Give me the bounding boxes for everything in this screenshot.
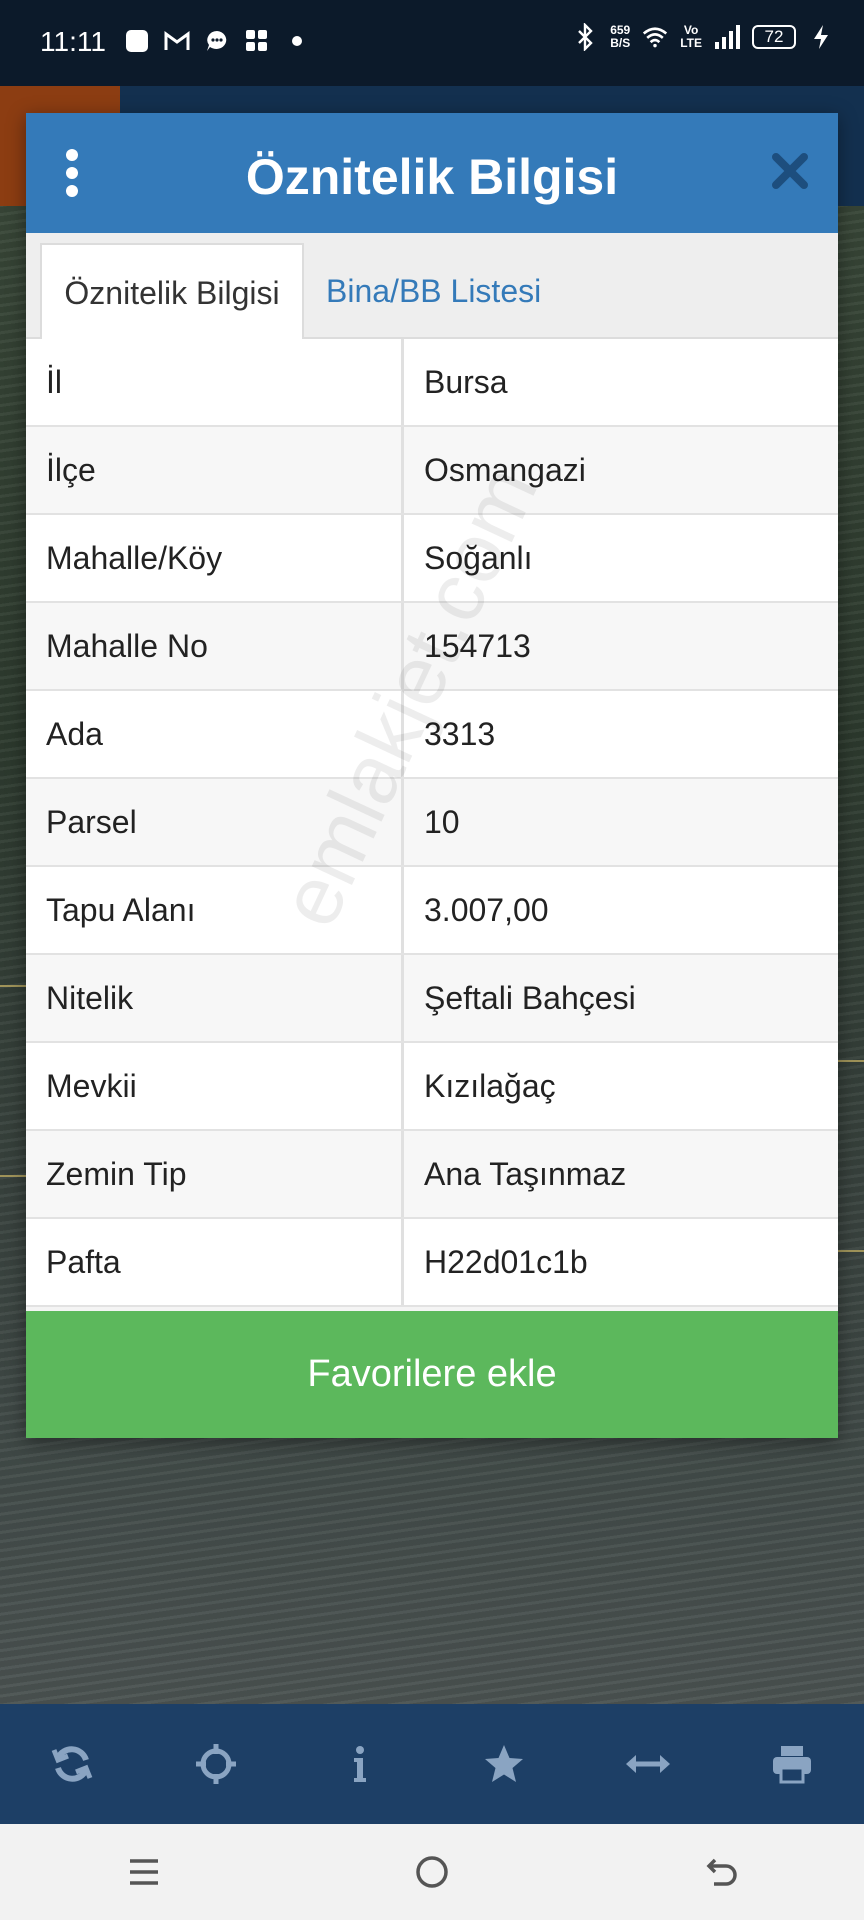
table-row: Nitelik Şeftali Bahçesi <box>26 955 838 1043</box>
table-row: İlçe Osmangazi <box>26 427 838 515</box>
apps-grid-icon <box>244 28 270 54</box>
info-icon[interactable] <box>330 1734 390 1794</box>
close-icon[interactable] <box>770 151 810 191</box>
network-speed: 659 B/S <box>610 23 631 50</box>
status-bar: 11:11 659 B/S Vo LTE 72 <box>0 0 864 86</box>
wifi-icon <box>642 24 668 50</box>
row-key: Mahalle/Köy <box>26 515 404 601</box>
menu-icon[interactable] <box>114 1842 174 1902</box>
print-icon[interactable] <box>762 1734 822 1794</box>
tab-attribute-info[interactable]: Öznitelik Bilgisi <box>40 243 304 339</box>
row-value: 3313 <box>404 691 838 777</box>
crosshair-icon[interactable] <box>186 1734 246 1794</box>
row-value: Bursa <box>404 339 838 425</box>
battery-indicator: 72 <box>752 25 796 49</box>
message-icon <box>204 28 230 54</box>
row-value: Şeftali Bahçesi <box>404 955 838 1041</box>
bluetooth-icon <box>572 23 598 51</box>
measure-icon[interactable] <box>618 1734 678 1794</box>
row-key: Mevkii <box>26 1043 404 1129</box>
table-row: Parsel 10 <box>26 779 838 867</box>
app-square-icon <box>124 28 150 54</box>
tab-building-list[interactable]: Bina/BB Listesi <box>326 243 541 339</box>
status-time: 11:11 <box>40 26 106 57</box>
row-key: Pafta <box>26 1219 404 1305</box>
row-key: Nitelik <box>26 955 404 1041</box>
back-icon[interactable] <box>690 1842 750 1902</box>
star-icon[interactable] <box>474 1734 534 1794</box>
add-to-favorites-button[interactable]: Favorilere ekle <box>26 1311 838 1438</box>
table-row: Mevkii Kızılağaç <box>26 1043 838 1131</box>
dialog-title: Öznitelik Bilgisi <box>245 149 619 205</box>
system-nav-bar <box>0 1824 864 1920</box>
row-key: Mahalle No <box>26 603 404 689</box>
row-key: Zemin Tip <box>26 1131 404 1217</box>
table-row: İl Bursa <box>26 339 838 427</box>
charging-icon <box>808 24 834 50</box>
home-icon[interactable] <box>402 1842 462 1902</box>
row-value: 3.007,00 <box>404 867 838 953</box>
row-value: H22d01c1b <box>404 1219 838 1305</box>
refresh-icon[interactable] <box>42 1734 102 1794</box>
map-parcel-line <box>834 1250 864 1252</box>
dialog-header: Öznitelik Bilgisi <box>26 113 838 233</box>
row-key: İlçe <box>26 427 404 513</box>
table-row: Zemin Tip Ana Taşınmaz <box>26 1131 838 1219</box>
tab-bar: Öznitelik Bilgisi Bina/BB Listesi <box>26 233 838 339</box>
attribute-dialog: Öznitelik Bilgisi Öznitelik Bilgisi Bina… <box>26 113 838 1438</box>
table-row: Tapu Alanı 3.007,00 <box>26 867 838 955</box>
more-options-icon[interactable] <box>64 149 80 199</box>
notification-dot-icon <box>284 28 310 54</box>
attribute-table: İl Bursa İlçe Osmangazi Mahalle/Köy Soğa… <box>26 339 838 1307</box>
map-parcel-line <box>834 1060 864 1062</box>
table-row: Pafta H22d01c1b <box>26 1219 838 1307</box>
row-value: Ana Taşınmaz <box>404 1131 838 1217</box>
volte-indicator: Vo LTE <box>680 23 702 50</box>
row-value: 10 <box>404 779 838 865</box>
row-value: Kızılağaç <box>404 1043 838 1129</box>
map-toolbar <box>0 1704 864 1824</box>
row-key: İl <box>26 339 404 425</box>
signal-icon <box>714 24 740 50</box>
gmail-icon <box>164 28 190 54</box>
